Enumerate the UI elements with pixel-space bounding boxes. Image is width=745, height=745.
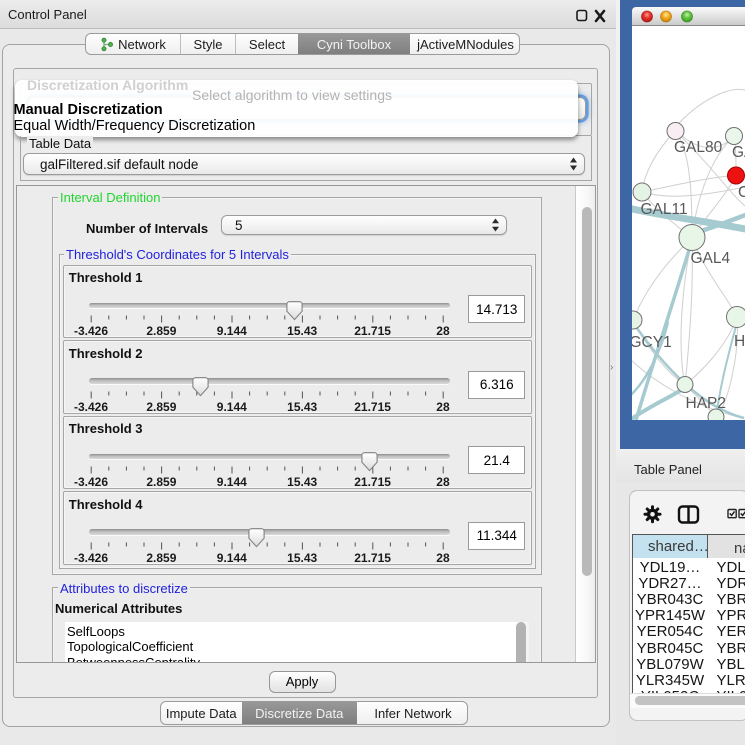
svg-text:C: C xyxy=(738,184,745,201)
svg-text:GA: GA xyxy=(732,144,745,161)
svg-text:HAP2: HAP2 xyxy=(686,395,727,412)
svg-text:GAL11: GAL11 xyxy=(641,201,688,218)
svg-text:GAL4: GAL4 xyxy=(691,250,731,267)
svg-text:H: H xyxy=(734,333,745,350)
svg-text:GAL80: GAL80 xyxy=(674,139,723,156)
svg-text:GCY1: GCY1 xyxy=(632,334,672,351)
